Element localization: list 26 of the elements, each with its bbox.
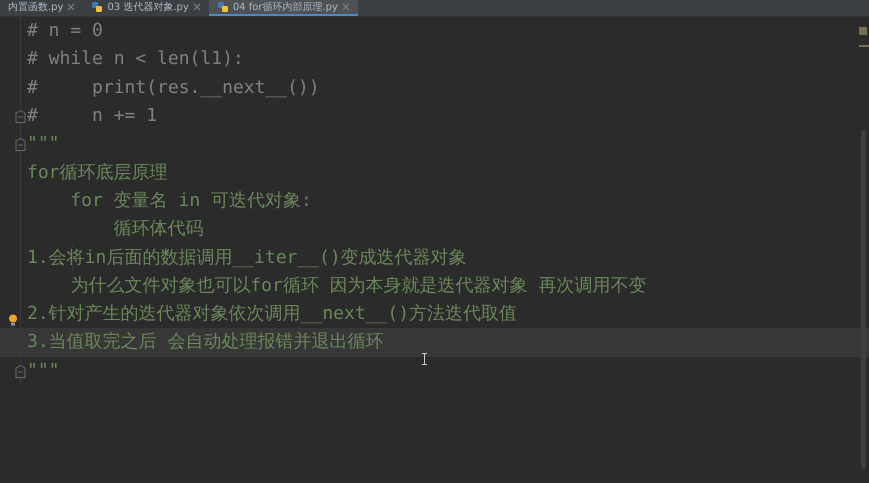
fold-marker-icon[interactable] (15, 110, 26, 123)
docstring-line: 2.针对产生的迭代器对象依次调用__next__()方法迭代取值 (26, 302, 518, 326)
close-icon[interactable] (342, 3, 350, 11)
docstring-line: 3.当值取完之后 会自动处理报错并退出循环 (26, 330, 384, 354)
file-tab[interactable]: 04 for循环内部原理.py (208, 0, 358, 16)
code-comment: # print(res.__next__()) (26, 76, 320, 100)
close-icon[interactable] (192, 3, 201, 11)
lightbulb-icon[interactable] (8, 314, 18, 326)
docstring-line: for 变量名 in 可迭代对象: (69, 188, 312, 213)
docstring-line: """ (26, 358, 60, 383)
text-cursor-icon (421, 353, 428, 365)
fold-marker-icon[interactable] (15, 364, 26, 378)
docstring-line: 1.会将in后面的数据调用__iter__()变成迭代器对象 (26, 246, 467, 270)
docstring-line: 循环体代码 (112, 217, 204, 242)
code-comment: # n = 0 (26, 19, 103, 44)
file-tab[interactable]: 03 迭代器对象.py (83, 0, 209, 16)
file-tab[interactable]: 内置函数.py (0, 0, 84, 16)
docstring-line: """ (26, 132, 60, 156)
docstring-line: 为什么文件对象也可以for循环 因为本身就是迭代器对象 再次调用不变 (69, 274, 647, 298)
docstring-line: for循环底层原理 (26, 160, 168, 185)
python-file-icon (216, 1, 229, 13)
close-icon[interactable] (67, 3, 76, 11)
code-comment: # while n < len(l1): (26, 47, 244, 72)
python-file-icon (91, 1, 104, 13)
code-comment: # n += 1 (26, 104, 158, 128)
fold-marker-icon[interactable] (15, 138, 26, 152)
